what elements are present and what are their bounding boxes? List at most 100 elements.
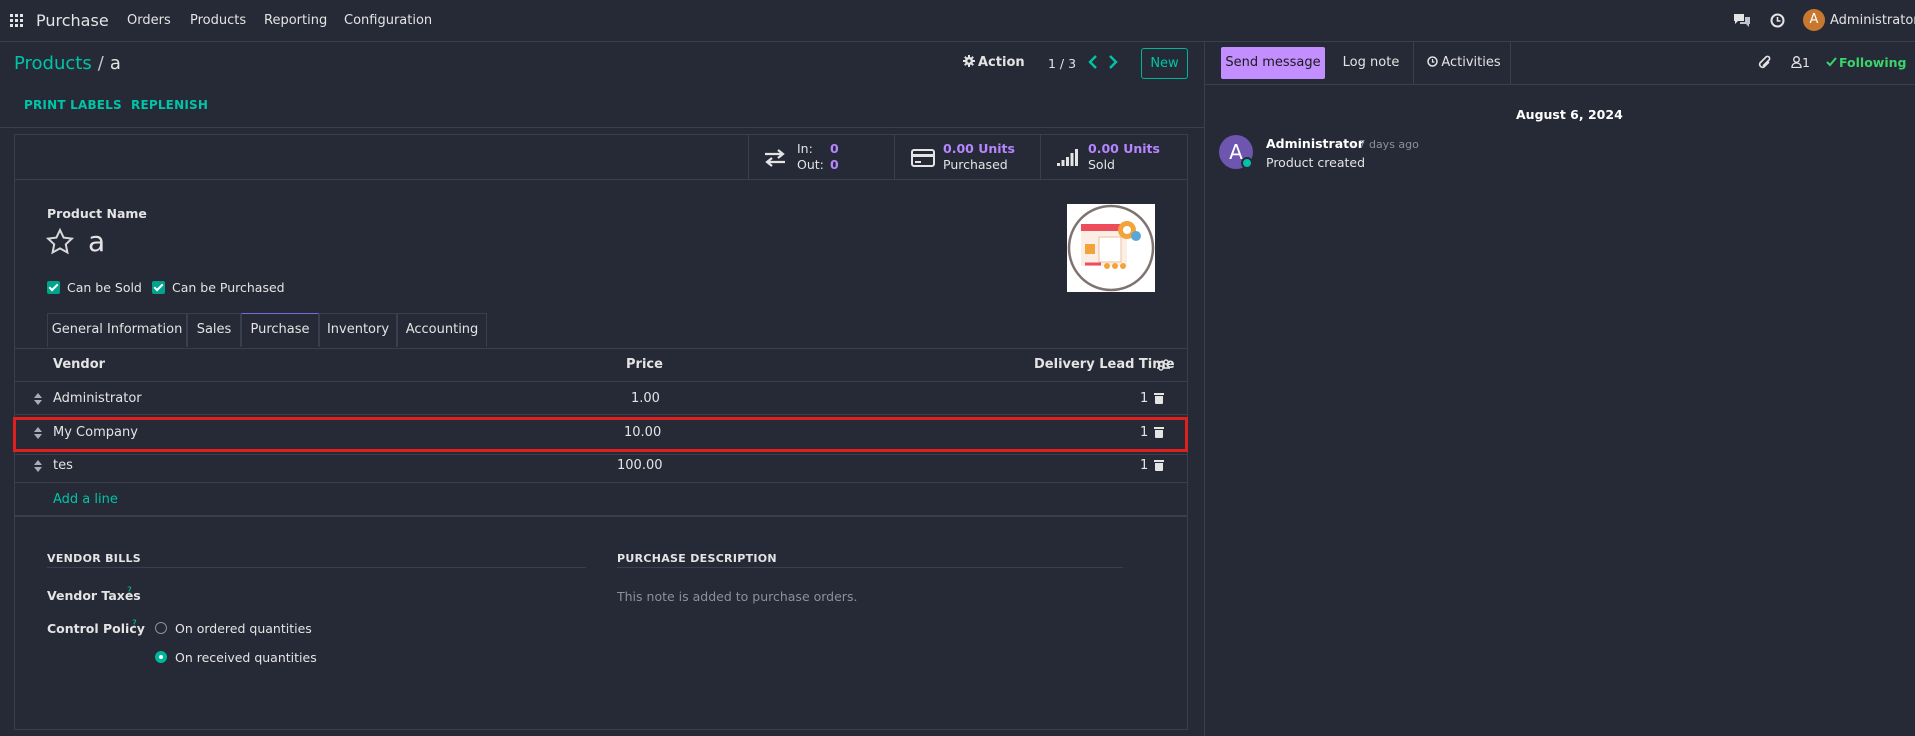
- on-received-quantities-radio[interactable]: [155, 651, 167, 663]
- smart-button-box: In: 0 Out: 0 0.00 Units Purchased 0.00 U…: [15, 135, 1187, 180]
- following-button[interactable]: Following: [1826, 55, 1906, 70]
- credit-card-icon: [911, 149, 935, 167]
- app-name[interactable]: Purchase: [36, 11, 109, 30]
- gear-icon: [963, 55, 975, 67]
- vendor-taxes-help-icon[interactable]: ?: [127, 586, 132, 596]
- tab-accounting[interactable]: Accounting: [397, 313, 487, 347]
- menu-products[interactable]: Products: [190, 13, 246, 28]
- clock-icon: [1427, 56, 1439, 67]
- sold-smart-button[interactable]: 0.00 Units Sold: [1040, 135, 1187, 180]
- sold-value: 0.00 Units: [1088, 141, 1160, 156]
- purchase-description-divider: [617, 567, 1123, 568]
- drag-handle-icon[interactable]: [34, 460, 42, 472]
- row-divider: [14, 414, 1188, 415]
- replenish-button[interactable]: REPLENISH: [131, 98, 208, 112]
- paperclip-icon[interactable]: [1758, 55, 1772, 71]
- on-received-quantities-label[interactable]: On received quantities: [175, 650, 317, 665]
- row-divider: [14, 454, 1188, 455]
- on-ordered-quantities-label[interactable]: On ordered quantities: [175, 621, 312, 636]
- chevron-left-icon: [1088, 55, 1097, 69]
- on-ordered-quantities-radio[interactable]: [155, 622, 167, 634]
- table-header-divider: [14, 381, 1188, 382]
- chatter-panel: Send message Log note Activities 1 Follo…: [1204, 42, 1915, 736]
- favorite-star-icon[interactable]: [46, 228, 74, 255]
- menu-configuration[interactable]: Configuration: [344, 13, 432, 28]
- lead-time-cell[interactable]: 1: [1140, 458, 1148, 473]
- apps-menu-icon[interactable]: [10, 14, 23, 27]
- product-name-field[interactable]: a: [88, 225, 105, 258]
- tab-general-information[interactable]: General Information: [47, 313, 187, 347]
- vendor-bills-divider: [47, 567, 586, 568]
- following-label: Following: [1839, 55, 1907, 70]
- in-out-smart-button[interactable]: In: 0 Out: 0: [748, 135, 894, 180]
- pager-previous-button[interactable]: [1087, 54, 1099, 70]
- product-image[interactable]: [1067, 204, 1155, 292]
- in-label: In:: [797, 141, 813, 156]
- table-bottom-divider: [14, 515, 1188, 517]
- send-message-button[interactable]: Send message: [1221, 47, 1325, 79]
- can-be-purchased-label: Can be Purchased: [172, 280, 285, 295]
- price-cell[interactable]: 100.00: [617, 458, 663, 473]
- vendor-column-header[interactable]: Vendor: [53, 357, 105, 372]
- add-a-line-link[interactable]: Add a line: [53, 492, 118, 507]
- purchase-description-field[interactable]: This note is added to purchase orders.: [617, 589, 857, 604]
- breadcrumb-separator: /: [97, 53, 104, 74]
- can-be-sold-checkbox[interactable]: [47, 281, 60, 294]
- product-name-label: Product Name: [47, 206, 147, 221]
- user-name[interactable]: Administrator: [1830, 13, 1915, 28]
- purchased-value: 0.00 Units: [943, 141, 1015, 156]
- message-timestamp: - 7 days ago: [1351, 138, 1419, 151]
- top-navbar: Purchase Orders Products Reporting Confi…: [0, 0, 1915, 42]
- vendor-cell[interactable]: tes: [53, 458, 73, 473]
- menu-orders[interactable]: Orders: [127, 13, 171, 28]
- in-value: 0: [830, 141, 839, 156]
- pager-next-button[interactable]: [1107, 54, 1119, 70]
- product-illustration-icon: [1067, 204, 1155, 292]
- optional-columns-toggle-icon[interactable]: [1157, 359, 1170, 371]
- breadcrumb-products-link[interactable]: Products: [14, 53, 92, 74]
- chatter-divider: [1510, 42, 1511, 84]
- user-icon: [1791, 56, 1802, 69]
- vendor-bills-title: VENDOR BILLS: [47, 552, 142, 565]
- action-menu-button[interactable]: Action: [963, 55, 1025, 70]
- can-be-purchased-checkbox[interactable]: [152, 281, 165, 294]
- control-policy-label: Control Policy: [47, 621, 145, 636]
- row-divider: [14, 482, 1188, 483]
- trash-icon[interactable]: [1154, 393, 1164, 404]
- discuss-icon[interactable]: [1733, 13, 1751, 28]
- print-labels-button[interactable]: PRINT LABELS: [24, 98, 122, 112]
- out-value: 0: [830, 157, 839, 172]
- out-label: Out:: [797, 157, 824, 172]
- drag-handle-icon[interactable]: [34, 393, 42, 405]
- tab-purchase[interactable]: Purchase: [241, 313, 319, 347]
- followers-button[interactable]: 1: [1791, 55, 1810, 70]
- tab-inventory[interactable]: Inventory: [319, 313, 397, 347]
- row-highlight-box: [13, 417, 1188, 452]
- trash-icon[interactable]: [1154, 460, 1164, 471]
- log-note-button[interactable]: Log note: [1329, 47, 1413, 79]
- signal-bars-icon: [1057, 149, 1078, 166]
- pager-value[interactable]: 1 / 3: [1048, 56, 1076, 71]
- vendor-cell[interactable]: Administrator: [53, 391, 142, 406]
- new-button[interactable]: New: [1141, 48, 1188, 79]
- price-cell[interactable]: 1.00: [631, 391, 660, 406]
- lead-time-cell[interactable]: 1: [1140, 391, 1148, 406]
- breadcrumb: Products / a: [14, 53, 121, 74]
- chevron-right-icon: [1109, 55, 1118, 69]
- activities-button[interactable]: Activities: [1418, 47, 1510, 79]
- price-column-header[interactable]: Price: [626, 357, 663, 372]
- purchased-smart-button[interactable]: 0.00 Units Purchased: [894, 135, 1040, 180]
- activities-label: Activities: [1441, 55, 1501, 70]
- can-be-sold-label: Can be Sold: [67, 280, 142, 295]
- tab-sales[interactable]: Sales: [187, 313, 241, 347]
- sold-label: Sold: [1088, 157, 1115, 172]
- lead-time-column-header[interactable]: Delivery Lead Time: [1034, 357, 1175, 372]
- action-label: Action: [978, 55, 1025, 70]
- followers-count: 1: [1802, 55, 1810, 70]
- user-avatar[interactable]: A: [1803, 9, 1825, 31]
- control-policy-help-icon[interactable]: ?: [132, 619, 137, 629]
- message-body: Product created: [1266, 155, 1366, 170]
- activity-clock-icon[interactable]: [1770, 13, 1785, 28]
- menu-reporting[interactable]: Reporting: [264, 13, 327, 28]
- message-author-name[interactable]: Administrator: [1266, 136, 1364, 151]
